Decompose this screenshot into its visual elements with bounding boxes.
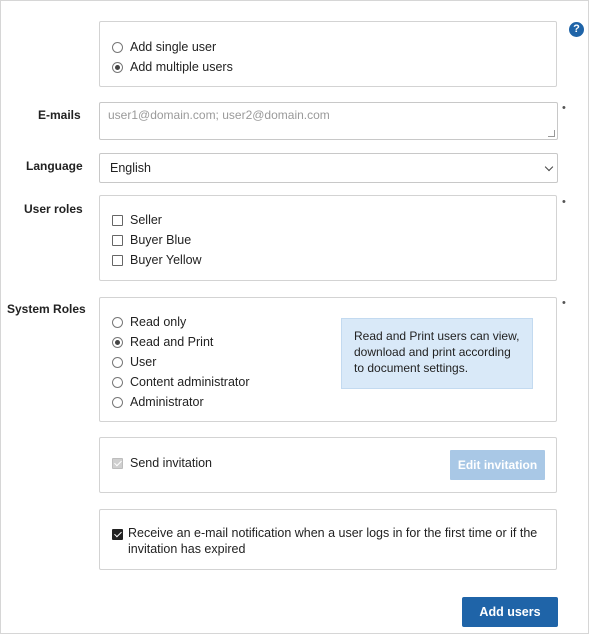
- invitation-group: Send invitation Edit invitation: [99, 437, 557, 493]
- send-invitation-label: Send invitation: [130, 456, 213, 470]
- emails-placeholder: user1@domain.com; user2@domain.com: [108, 108, 330, 122]
- user-role-buyer-yellow-label: Buyer Yellow: [130, 253, 202, 267]
- system-role-read-only-option[interactable]: Read only: [112, 314, 186, 330]
- system-roles-label: System Roles: [7, 302, 86, 316]
- add-single-user-radio[interactable]: [112, 41, 123, 53]
- system-roles-group: Read only Read and Print User Content ad…: [99, 297, 557, 422]
- user-role-buyer-blue-option[interactable]: Buyer Blue: [112, 232, 191, 248]
- resize-grip-icon[interactable]: [548, 130, 555, 137]
- system-role-user-label: User: [130, 355, 157, 369]
- send-invitation-option: Send invitation: [112, 455, 212, 471]
- add-single-user-option[interactable]: Add single user: [112, 39, 216, 55]
- system-role-read-and-print-radio[interactable]: [112, 336, 123, 348]
- system-role-read-and-print-option[interactable]: Read and Print: [112, 334, 213, 350]
- system-role-info-box: Read and Print users can view, download …: [341, 318, 533, 389]
- system-role-administrator-label: Administrator: [130, 395, 204, 409]
- emails-required-mark: •: [562, 102, 566, 114]
- language-select[interactable]: English: [99, 153, 558, 183]
- user-roles-group: Seller Buyer Blue Buyer Yellow: [99, 195, 557, 281]
- add-mode-group: Add single user Add multiple users: [99, 21, 557, 87]
- language-selected-value: English: [110, 161, 151, 175]
- edit-invitation-button: Edit invitation: [450, 450, 545, 480]
- login-notification-checkbox[interactable]: [112, 529, 123, 540]
- emails-field[interactable]: user1@domain.com; user2@domain.com: [99, 102, 558, 140]
- user-role-seller-option[interactable]: Seller: [112, 212, 162, 228]
- question-circle-icon[interactable]: ?: [569, 22, 584, 37]
- add-multiple-users-option[interactable]: Add multiple users: [112, 59, 233, 75]
- user-role-seller-label: Seller: [130, 213, 162, 227]
- system-role-read-only-label: Read only: [130, 315, 187, 329]
- user-roles-label: User roles: [24, 202, 83, 216]
- user-role-buyer-blue-label: Buyer Blue: [130, 233, 192, 247]
- system-role-user-option[interactable]: User: [112, 354, 156, 370]
- user-role-buyer-yellow-option[interactable]: Buyer Yellow: [112, 252, 202, 268]
- language-label: Language: [26, 159, 83, 173]
- add-multiple-users-radio[interactable]: [112, 61, 123, 73]
- system-role-administrator-radio[interactable]: [112, 396, 123, 408]
- add-users-button[interactable]: Add users: [462, 597, 558, 627]
- system-role-read-only-radio[interactable]: [112, 316, 123, 328]
- system-role-user-radio[interactable]: [112, 356, 123, 368]
- notification-group: Receive an e-mail notification when a us…: [99, 509, 557, 570]
- system-role-content-administrator-option[interactable]: Content administrator: [112, 374, 250, 390]
- system-role-read-and-print-label: Read and Print: [130, 335, 214, 349]
- login-notification-label: Receive an e-mail notification when a us…: [128, 526, 538, 556]
- chevron-down-icon: [544, 162, 554, 172]
- user-role-buyer-yellow-checkbox[interactable]: [112, 254, 123, 266]
- user-role-buyer-blue-checkbox[interactable]: [112, 234, 123, 246]
- send-invitation-checkbox: [112, 457, 123, 469]
- system-role-administrator-option[interactable]: Administrator: [112, 394, 204, 410]
- system-role-content-administrator-label: Content administrator: [130, 375, 250, 389]
- emails-label: E-mails: [38, 108, 81, 122]
- user-roles-required-mark: •: [562, 196, 566, 208]
- system-role-content-administrator-radio[interactable]: [112, 376, 123, 388]
- add-single-user-label: Add single user: [130, 40, 217, 54]
- add-multiple-users-label: Add multiple users: [130, 60, 233, 74]
- user-role-seller-checkbox[interactable]: [112, 214, 123, 226]
- system-roles-required-mark: •: [562, 297, 566, 309]
